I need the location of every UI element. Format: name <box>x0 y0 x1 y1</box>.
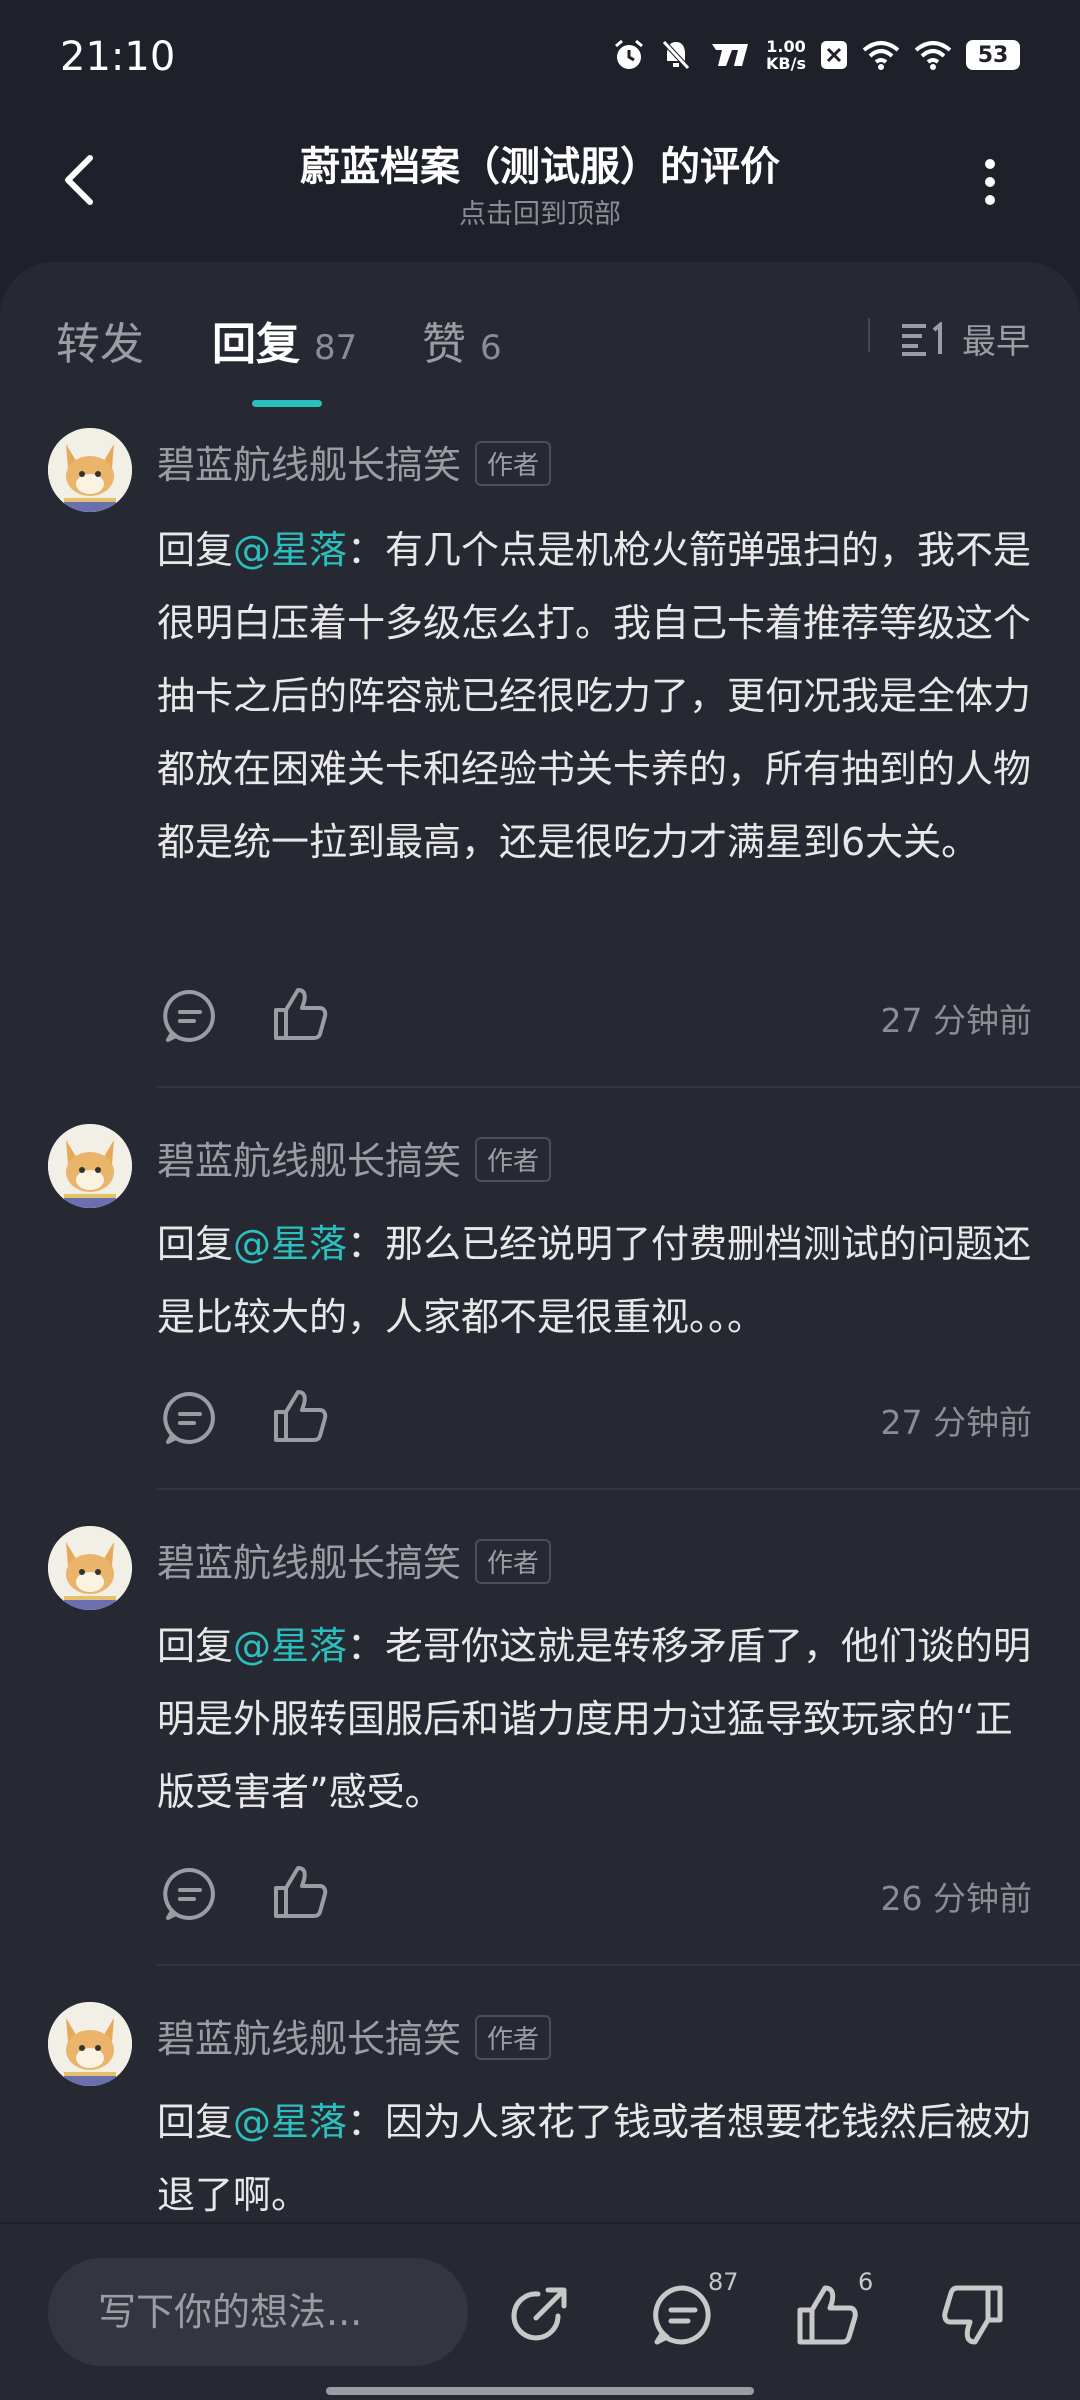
carrier-icon <box>706 42 752 68</box>
comment-body[interactable]: 回复@星落：因为人家花了钱或者想要花钱然后被劝退了啊。 <box>157 2086 1037 2232</box>
wifi-icon <box>914 40 952 70</box>
comment-username[interactable]: 碧蓝航线舰长搞笑 作者 <box>157 434 552 490</box>
share-icon <box>511 2287 567 2341</box>
more-vertical-icon <box>985 159 995 205</box>
more-button[interactable] <box>970 152 1010 212</box>
mention-link[interactable]: @星落 <box>233 528 347 572</box>
comment-body[interactable]: 回复@星落：老哥你这就是转移矛盾了，他们谈的明明是外服转国服后和谐力度用力过猛导… <box>157 1610 1037 1829</box>
share-button[interactable] <box>506 2282 572 2348</box>
fox-avatar-icon <box>48 1124 132 1208</box>
comment-icon <box>163 989 215 1042</box>
reply-count-button[interactable] <box>650 2282 716 2348</box>
comment-username[interactable]: 碧蓝航线舰长搞笑 作者 <box>157 1532 552 1588</box>
status-bar: 21:10 1.00 KB/s 53 <box>0 0 1080 120</box>
fox-avatar-icon <box>48 2002 132 2086</box>
comment-username[interactable]: 碧蓝航线舰长搞笑 作者 <box>157 1130 552 1186</box>
avatar[interactable] <box>48 1526 132 1610</box>
tab-replies[interactable]: 回复 87 <box>212 308 357 372</box>
like-count-button[interactable] <box>794 2282 860 2348</box>
status-icons: 1.00 KB/s 53 <box>612 38 1020 72</box>
mention-link[interactable]: @星落 <box>233 2100 347 2144</box>
comment-time: 26 分钟前 <box>880 1879 1032 1918</box>
comment-body[interactable]: 回复@星落：那么已经说明了付费删档测试的问题还是比较大的，人家都不是很重视。。。 <box>157 1208 1037 1354</box>
sort-list-icon <box>902 321 942 356</box>
comment-divider <box>157 1086 1080 1088</box>
comment-icon <box>163 1391 215 1444</box>
comment-input[interactable]: 写下你的想法... <box>48 2258 468 2366</box>
sort-button[interactable]: 最早 <box>900 314 1030 363</box>
back-to-top-hint[interactable]: 点击回到顶部 <box>0 192 1080 231</box>
comment-username[interactable]: 碧蓝航线舰长搞笑 作者 <box>157 2008 552 2064</box>
page-title[interactable]: 蔚蓝档案（测试服）的评价 <box>0 134 1080 192</box>
reply-button[interactable] <box>162 1390 218 1446</box>
comment-divider <box>157 1964 1080 1966</box>
tab-indicator <box>252 400 322 407</box>
comment-body[interactable]: 回复@星落：有几个点是机枪火箭弹强扫的，我不是很明白压着十多级怎么打。我自己卡着… <box>157 514 1037 879</box>
mute-icon <box>660 38 692 72</box>
tab-replies-count: 87 <box>314 328 358 368</box>
status-time: 21:10 <box>60 34 176 80</box>
comment-divider <box>157 1488 1080 1490</box>
author-badge: 作者 <box>475 1539 552 1584</box>
net-speed: 1.00 KB/s <box>766 37 806 73</box>
fox-avatar-icon <box>48 428 132 512</box>
author-badge: 作者 <box>475 1137 552 1182</box>
close-box-icon <box>820 40 848 70</box>
like-button[interactable] <box>270 984 330 1044</box>
tab-forward[interactable]: 转发 <box>56 308 144 372</box>
avatar[interactable] <box>48 1124 132 1208</box>
dislike-button[interactable] <box>940 2282 1006 2348</box>
thumbs-up-icon <box>274 988 328 1040</box>
avatar[interactable] <box>48 2002 132 2086</box>
thumbs-up-icon <box>274 1390 328 1442</box>
mention-link[interactable]: @星落 <box>233 1624 347 1668</box>
comment-time: 27 分钟前 <box>880 1403 1032 1442</box>
reply-count-badge: 87 <box>708 2268 739 2296</box>
author-badge: 作者 <box>475 2015 552 2060</box>
tab-likes[interactable]: 赞6 <box>422 308 502 372</box>
reply-button[interactable] <box>162 988 218 1044</box>
tab-likes-count: 6 <box>480 328 502 368</box>
alarm-icon <box>612 38 646 72</box>
thumbs-down-icon <box>942 2285 1003 2345</box>
mention-link[interactable]: @星落 <box>233 1222 347 1266</box>
like-count-badge: 6 <box>858 2268 874 2296</box>
home-indicator[interactable] <box>326 2387 754 2395</box>
thumbs-up-icon <box>274 1866 328 1918</box>
comment-time: 27 分钟前 <box>880 1001 1032 1040</box>
like-button[interactable] <box>270 1862 330 1922</box>
comment-icon <box>653 2285 711 2345</box>
thumbs-up-icon <box>797 2285 858 2345</box>
reply-button[interactable] <box>162 1866 218 1922</box>
wifi-icon <box>862 40 900 70</box>
avatar[interactable] <box>48 428 132 512</box>
fox-avatar-icon <box>48 1526 132 1610</box>
author-badge: 作者 <box>475 441 552 486</box>
comment-icon <box>163 1867 215 1920</box>
battery-icon: 53 <box>966 40 1020 70</box>
like-button[interactable] <box>270 1386 330 1446</box>
sort-divider <box>868 318 870 352</box>
